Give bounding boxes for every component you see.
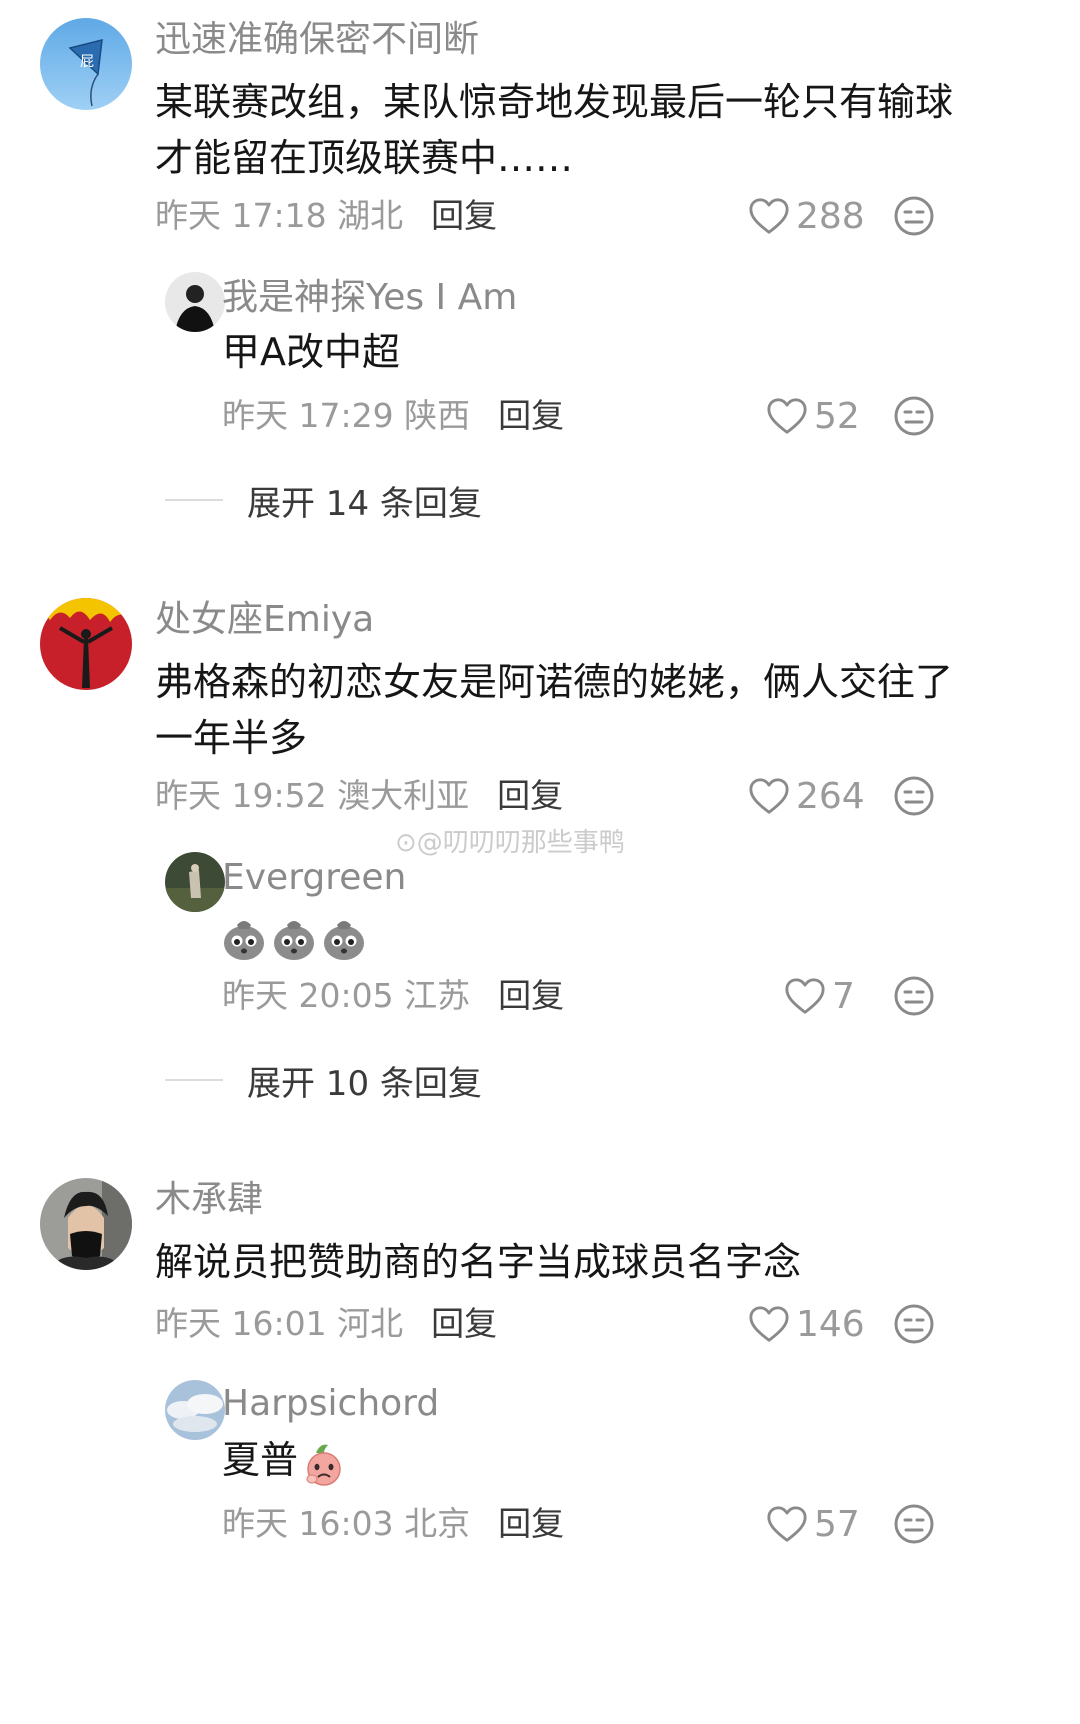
like-button[interactable]: 52 — [766, 394, 860, 438]
watermark-text: @叨叨叨那些事鸭 — [416, 828, 625, 858]
reply-meta: 昨天 20:05 江苏 回复 — [222, 974, 564, 1018]
svg-text:屁: 屁 — [80, 54, 94, 70]
like-count: 52 — [814, 395, 860, 437]
like-button[interactable]: 146 — [748, 1302, 865, 1346]
reply-text: 甲A改中超 — [222, 330, 400, 374]
watermark: ⊙@叨叨叨那些事鸭 — [395, 822, 625, 859]
comment-meta: 昨天 17:18 湖北 回复 — [155, 194, 497, 238]
heart-outline-icon — [748, 776, 790, 816]
like-button[interactable]: 7 — [784, 974, 855, 1018]
reply-time-location: 昨天 16:03 北京 — [222, 1504, 471, 1543]
crying-bag-emoji — [322, 913, 366, 961]
expand-replies-button[interactable]: 展开 10 条回复 — [165, 1058, 482, 1104]
comment-username[interactable]: 木承肆 — [155, 1178, 263, 1222]
crying-bag-emoji — [222, 913, 266, 961]
neutral-face-icon[interactable] — [892, 1502, 936, 1546]
comment-time-location: 昨天 17:18 湖北 — [155, 196, 404, 235]
reply-meta: 昨天 16:03 北京 回复 — [222, 1502, 564, 1546]
like-count: 288 — [796, 195, 865, 237]
reply-button[interactable]: 回复 — [431, 196, 497, 235]
reply-button[interactable]: 回复 — [431, 1304, 497, 1343]
like-count: 57 — [814, 1503, 860, 1545]
heart-outline-icon — [784, 976, 826, 1016]
comment-text: 某联赛改组，某队惊奇地发现最后一轮只有输球才能留在顶级联赛中…… — [155, 80, 954, 180]
like-count: 146 — [796, 1303, 865, 1345]
reply-avatar[interactable] — [165, 852, 225, 912]
neutral-face-icon[interactable] — [892, 1302, 936, 1346]
reply-button[interactable]: 回复 — [497, 776, 563, 815]
heart-outline-icon — [766, 396, 808, 436]
neutral-face-icon[interactable] — [892, 774, 936, 818]
like-count: 264 — [796, 775, 865, 817]
expand-replies-label: 展开 14 条回复 — [247, 483, 482, 524]
comment-username[interactable]: 迅速准确保密不间断 — [155, 18, 479, 62]
neutral-face-icon[interactable] — [892, 974, 936, 1018]
like-button[interactable]: 288 — [748, 194, 865, 238]
peach-emoji — [306, 1444, 341, 1486]
like-button[interactable]: 264 — [748, 774, 865, 818]
divider — [165, 1079, 223, 1081]
comment-meta: 昨天 16:01 河北 回复 — [155, 1302, 497, 1346]
reply-username[interactable]: 我是神探Yes I Am — [222, 276, 517, 320]
expand-replies-button[interactable]: 展开 14 条回复 — [165, 478, 482, 524]
comment-time-location: 昨天 19:52 澳大利亚 — [155, 776, 470, 815]
weibo-icon: ⊙ — [395, 828, 417, 858]
reply-time-location: 昨天 20:05 江苏 — [222, 976, 471, 1015]
reply-emoji-row — [222, 906, 372, 962]
reply-button[interactable]: 回复 — [498, 396, 564, 435]
heart-outline-icon — [748, 1304, 790, 1344]
like-button[interactable]: 57 — [766, 1502, 860, 1546]
reply-text: 夏普 — [222, 1438, 299, 1482]
expand-replies-label: 展开 10 条回复 — [247, 1063, 482, 1104]
comment-text: 弗格森的初恋女友是阿诺德的姥姥，俩人交往了一年半多 — [155, 660, 954, 760]
neutral-face-icon[interactable] — [892, 194, 936, 238]
reply-time-location: 昨天 17:29 陕西 — [222, 396, 471, 435]
heart-outline-icon — [766, 1504, 808, 1544]
comment-text: 解说员把赞助商的名字当成球员名字念 — [155, 1240, 802, 1284]
comment-username[interactable]: 处女座Emiya — [155, 598, 374, 642]
reply-button[interactable]: 回复 — [498, 1504, 564, 1543]
reply-meta: 昨天 17:29 陕西 回复 — [222, 394, 564, 438]
like-count: 7 — [832, 975, 855, 1017]
reply-button[interactable]: 回复 — [498, 976, 564, 1015]
divider — [165, 499, 223, 501]
neutral-face-icon[interactable] — [892, 394, 936, 438]
avatar[interactable] — [40, 598, 132, 690]
comment-meta: 昨天 19:52 澳大利亚 回复 — [155, 774, 563, 818]
avatar[interactable]: 屁 — [40, 18, 132, 110]
avatar[interactable] — [40, 1178, 132, 1270]
comment-time-location: 昨天 16:01 河北 — [155, 1304, 404, 1343]
crying-bag-emoji — [272, 913, 316, 961]
reply-avatar[interactable] — [165, 1380, 225, 1440]
reply-text-row: 夏普 — [222, 1432, 352, 1488]
reply-avatar[interactable] — [165, 272, 225, 332]
reply-username[interactable]: Evergreen — [222, 856, 406, 900]
reply-username[interactable]: Harpsichord — [222, 1382, 439, 1426]
heart-outline-icon — [748, 196, 790, 236]
